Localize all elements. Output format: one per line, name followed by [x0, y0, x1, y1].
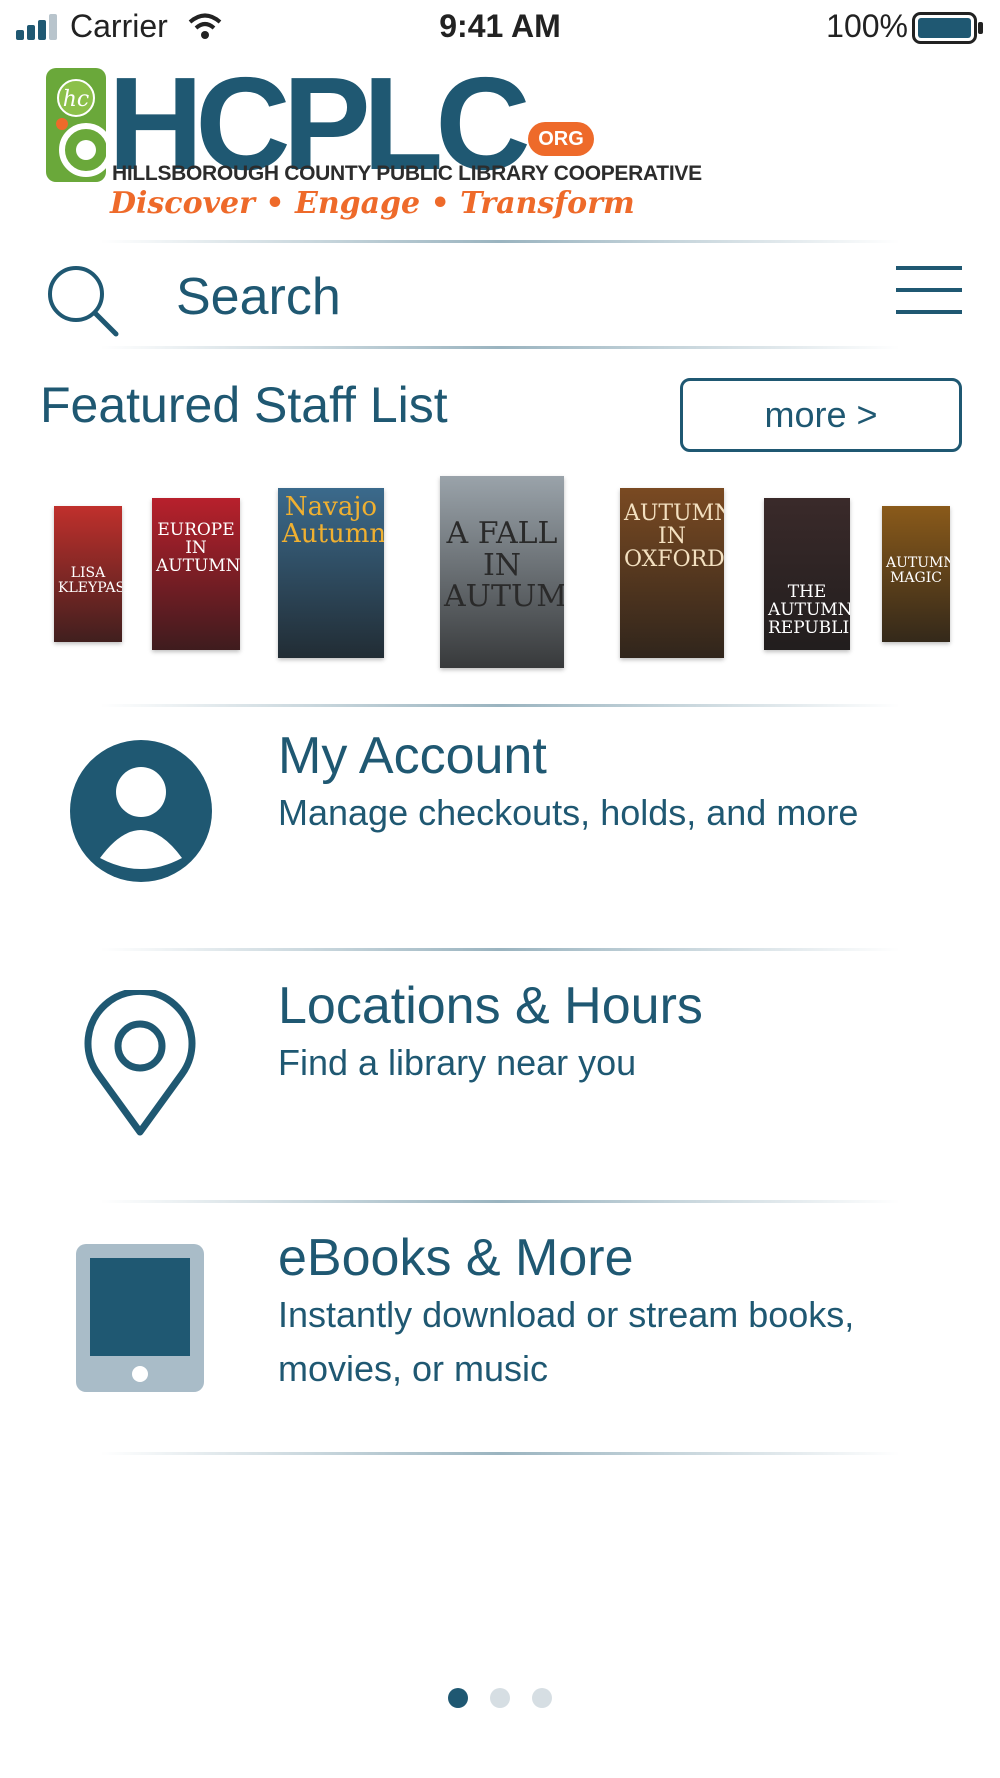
search-icon[interactable]	[44, 262, 124, 342]
user-icon	[70, 740, 212, 882]
book-title: Navajo Autumn	[282, 492, 384, 550]
book-cover[interactable]: EUROPE IN AUTUMN	[152, 498, 240, 650]
page-dot-2[interactable]	[490, 1688, 510, 1708]
location-pin-icon	[84, 990, 196, 1136]
page-indicator[interactable]	[0, 1688, 1000, 1712]
divider	[100, 1452, 900, 1455]
hamburger-menu-icon[interactable]	[896, 260, 962, 320]
more-button[interactable]: more >	[680, 378, 962, 452]
menu-item-locations-hours[interactable]: Locations & Hours Find a library near yo…	[0, 970, 1000, 1200]
logo-org-badge: ORG	[528, 122, 594, 156]
divider	[100, 1200, 900, 1203]
book-cover[interactable]: THE AUTUMN REPUBLIC	[764, 498, 850, 650]
menu-item-subtitle: Manage checkouts, holds, and more	[278, 792, 859, 833]
menu-item-title: Locations & Hours	[278, 977, 703, 1035]
menu-item-my-account[interactable]: My Account Manage checkouts, holds, and …	[0, 720, 1000, 950]
book-cover[interactable]: Navajo Autumn	[278, 488, 384, 658]
featured-staff-list-title: Featured Staff List	[40, 377, 448, 433]
menu-item-title: eBooks & More	[278, 1229, 634, 1287]
book-title: AUTUMN IN OXFORD	[624, 501, 724, 573]
hcplc-logo: hc HCPLC ORG HILLSBOROUGH COUNTY PUBLIC …	[46, 58, 702, 228]
menu-item-ebooks-more[interactable]: eBooks & More Instantly download or stre…	[0, 1222, 1000, 1452]
tablet-icon	[76, 1244, 204, 1392]
menu-item-subtitle: Instantly download or stream books, movi…	[278, 1294, 855, 1389]
battery-icon	[912, 12, 983, 44]
logo-emblem-icon: hc	[46, 68, 112, 182]
logo-subtitle: HILLSBOROUGH COUNTY PUBLIC LIBRARY COOPE…	[112, 162, 702, 185]
divider	[100, 240, 900, 243]
book-cover[interactable]: LISA KLEYPAS	[54, 506, 122, 642]
book-title: AUTUMN MAGIC	[886, 555, 950, 586]
book-title: EUROPE IN AUTUMN	[156, 520, 240, 576]
book-title: THE AUTUMN REPUBLIC	[768, 582, 850, 638]
search-input[interactable]	[176, 264, 736, 330]
divider	[100, 948, 900, 951]
book-title: LISA KLEYPAS	[58, 565, 122, 596]
search-bar[interactable]	[0, 246, 1000, 346]
book-cover[interactable]: AUTUMN IN OXFORD	[620, 488, 724, 658]
page-dot-1[interactable]	[447, 1688, 468, 1708]
logo-tagline: Discover • Engage • Transform	[110, 186, 635, 221]
menu-item-title: My Account	[278, 727, 547, 785]
book-carousel[interactable]: LISA KLEYPAS EUROPE IN AUTUMN Navajo Aut…	[0, 470, 1000, 670]
divider	[100, 704, 900, 707]
svg-text:hc: hc	[63, 87, 90, 112]
menu-item-subtitle: Find a library near you	[278, 1042, 637, 1083]
battery-percent: 100%	[826, 8, 908, 44]
book-cover[interactable]: AUTUMN MAGIC	[882, 506, 950, 642]
divider	[100, 346, 900, 349]
book-title: A FALL IN AUTUMN	[444, 516, 564, 614]
book-cover[interactable]: A FALL IN AUTUMN	[440, 476, 564, 668]
page-dot-3[interactable]	[532, 1688, 553, 1708]
